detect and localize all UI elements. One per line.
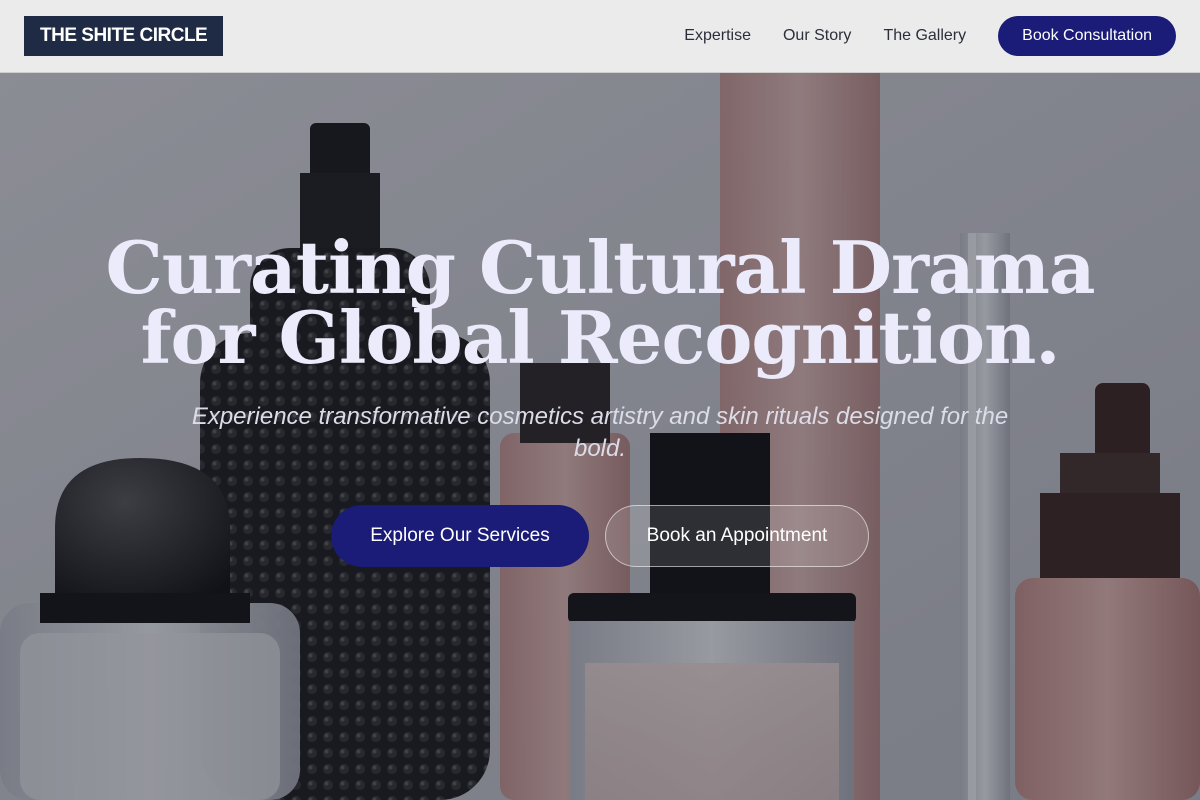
main-nav: Expertise Our Story The Gallery Book Con… [684, 16, 1176, 56]
book-consultation-button[interactable]: Book Consultation [998, 16, 1176, 56]
hero-content: Curating Cultural Drama for Global Recog… [0, 232, 1200, 567]
hero-button-group: Explore Our Services Book an Appointment [0, 505, 1200, 567]
site-logo[interactable]: THE SHITE CIRCLE [24, 16, 224, 56]
hero-title-line-2: for Global Recognition. [140, 295, 1061, 380]
book-appointment-button[interactable]: Book an Appointment [605, 505, 869, 567]
hero-subtitle: Experience transformative cosmetics arti… [191, 403, 1009, 462]
explore-services-button[interactable]: Explore Our Services [331, 505, 589, 567]
nav-link-our-story[interactable]: Our Story [783, 27, 851, 45]
nav-link-expertise[interactable]: Expertise [684, 27, 751, 45]
site-header: THE SHITE CIRCLE Expertise Our Story The… [0, 0, 1200, 73]
hero-title: Curating Cultural Drama for Global Recog… [100, 232, 1100, 374]
hero-section: Curating Cultural Drama for Global Recog… [0, 73, 1200, 800]
nav-link-gallery[interactable]: The Gallery [883, 27, 966, 45]
